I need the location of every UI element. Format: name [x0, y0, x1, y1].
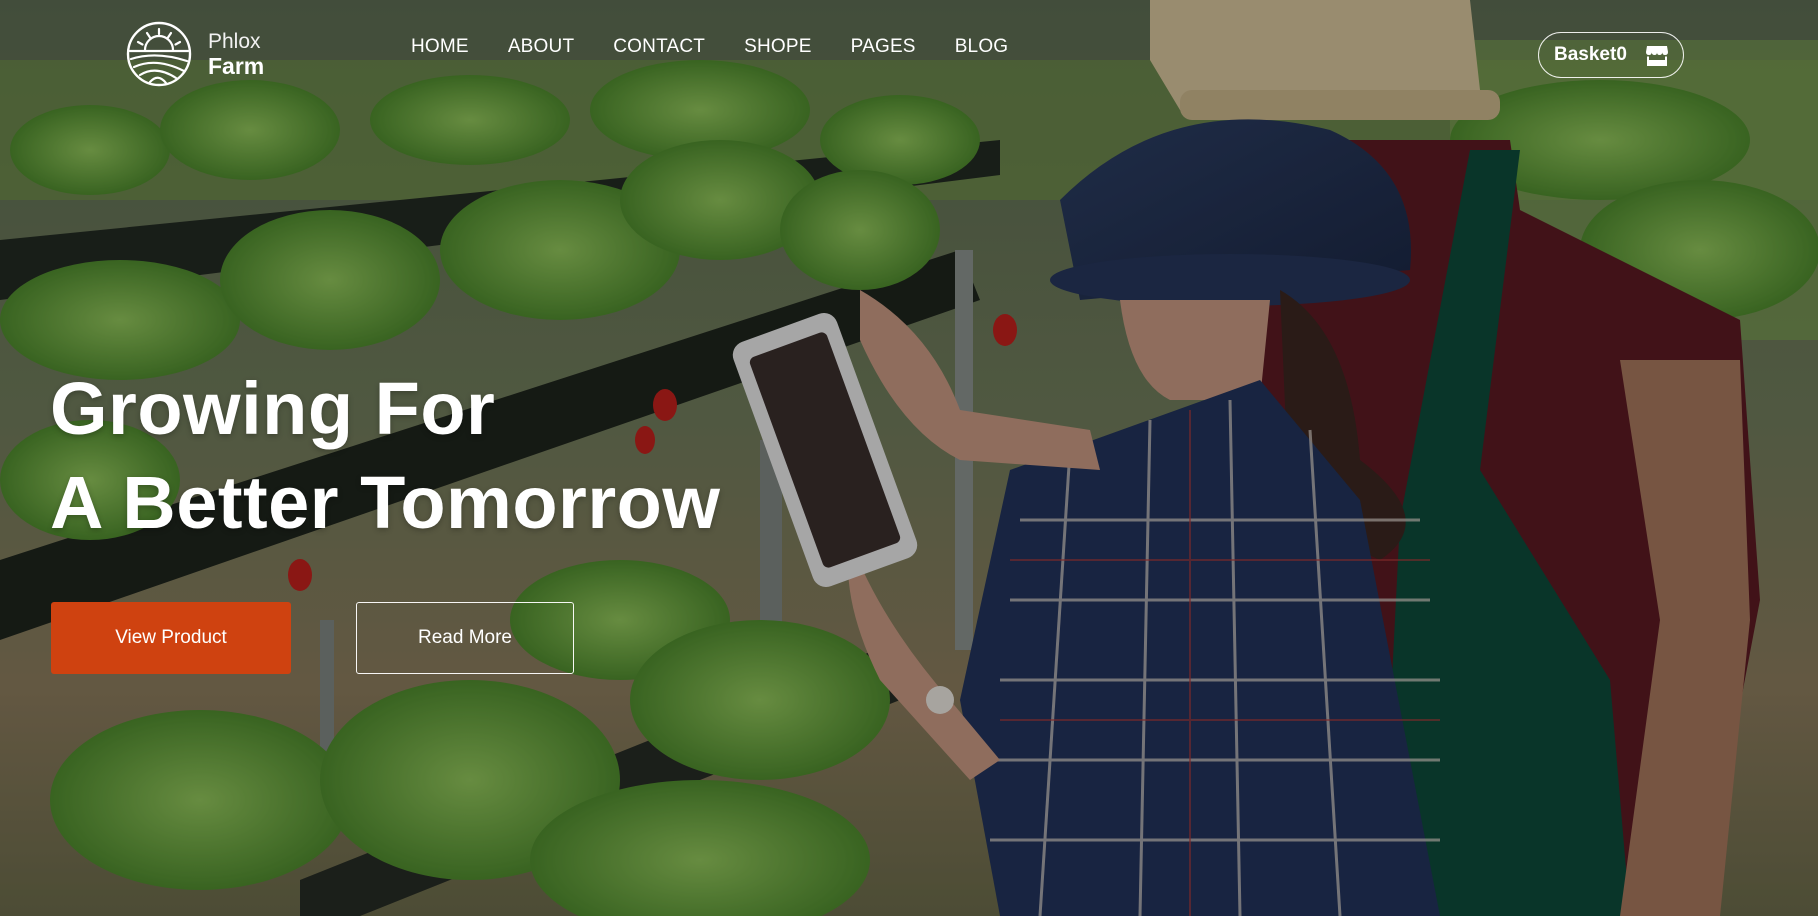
hero-headline-line2: A Better Tomorrow — [50, 461, 721, 544]
site-header: Phlox Farm HOME ABOUT CONTACT SHOPE PAGE… — [0, 0, 1818, 110]
nav-item-about[interactable]: ABOUT — [508, 34, 574, 60]
main-nav: HOME ABOUT CONTACT SHOPE PAGES BLOG — [411, 34, 1047, 60]
site-logo[interactable]: Phlox Farm — [126, 20, 264, 88]
read-more-button[interactable]: Read More — [356, 602, 574, 674]
brand-name-line2: Farm — [208, 53, 265, 79]
store-icon — [1646, 46, 1668, 66]
sun-over-field-icon — [126, 21, 192, 87]
basket-count: 0 — [1616, 44, 1627, 65]
basket-label: Basket — [1554, 44, 1617, 65]
view-product-button[interactable]: View Product — [51, 602, 291, 674]
hero-headline-line1: Growing For — [50, 367, 496, 450]
nav-item-home[interactable]: HOME — [411, 34, 469, 60]
nav-item-contact[interactable]: CONTACT — [613, 34, 705, 60]
hero-headline: Growing For A Better Tomorrow — [50, 362, 720, 550]
brand-name-line1: Phlox — [208, 30, 261, 53]
basket-button[interactable]: Basket 0 — [1538, 32, 1684, 78]
hero-section: Phlox Farm HOME ABOUT CONTACT SHOPE PAGE… — [0, 0, 1818, 916]
nav-item-shope[interactable]: SHOPE — [744, 34, 812, 60]
nav-item-pages[interactable]: PAGES — [851, 34, 916, 60]
nav-item-blog[interactable]: BLOG — [955, 34, 1009, 60]
